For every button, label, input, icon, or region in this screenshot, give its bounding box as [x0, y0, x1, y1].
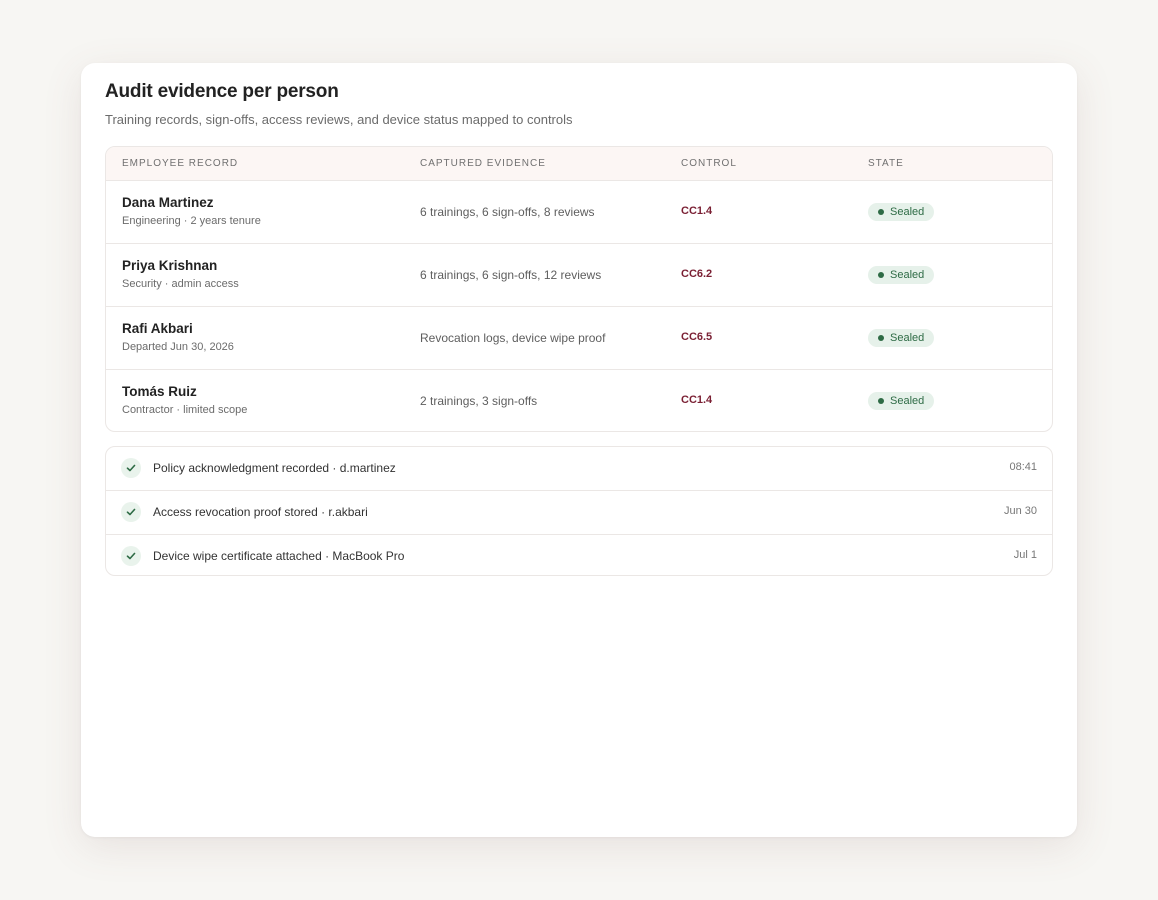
- activity-text: Device wipe certificate attached · MacBo…: [153, 549, 405, 563]
- control-code: CC1.4: [681, 205, 713, 217]
- page-subtitle: Training records, sign-offs, access revi…: [105, 112, 573, 127]
- status-dot-icon: [878, 398, 884, 404]
- activity-item[interactable]: Policy acknowledgment recorded · d.marti…: [106, 447, 1052, 491]
- status-dot-icon: [878, 209, 884, 215]
- captured-evidence: 2 trainings, 3 sign-offs: [420, 394, 538, 408]
- audit-evidence-card: Audit evidence per person Training recor…: [81, 63, 1077, 837]
- employee-meta: Engineering · 2 years tenure: [122, 215, 261, 227]
- column-header-evidence[interactable]: CAPTURED EVIDENCE: [420, 158, 546, 169]
- employee-name: Rafi Akbari: [122, 321, 193, 336]
- check-icon: [121, 502, 141, 522]
- status-badge: Sealed: [868, 392, 935, 410]
- control-code: CC1.4: [681, 394, 713, 406]
- employee-name: Tomás Ruiz: [122, 384, 197, 399]
- status-label: Sealed: [890, 206, 925, 218]
- status-label: Sealed: [890, 395, 925, 407]
- column-header-control[interactable]: CONTROL: [681, 158, 737, 169]
- activity-text: Access revocation proof stored · r.akbar…: [153, 505, 368, 519]
- activity-log: Policy acknowledgment recorded · d.marti…: [105, 446, 1053, 576]
- activity-time: Jun 30: [1003, 505, 1037, 517]
- check-icon: [121, 546, 141, 566]
- status-label: Sealed: [890, 332, 925, 344]
- employee-name: Dana Martinez: [122, 195, 214, 210]
- table-row[interactable]: Priya Krishnan Security · admin access 6…: [106, 244, 1052, 307]
- activity-item[interactable]: Access revocation proof stored · r.akbar…: [106, 491, 1052, 535]
- table-row[interactable]: Dana Martinez Engineering · 2 years tenu…: [106, 181, 1052, 244]
- activity-time: Jul 1: [1013, 549, 1037, 561]
- table-header: EMPLOYEE RECORD CAPTURED EVIDENCE CONTRO…: [106, 147, 1052, 181]
- captured-evidence: Revocation logs, device wipe proof: [420, 331, 606, 345]
- employee-name: Priya Krishnan: [122, 258, 218, 273]
- status-badge: Sealed: [868, 329, 935, 347]
- activity-item[interactable]: Device wipe certificate attached · MacBo…: [106, 535, 1052, 575]
- column-header-employee[interactable]: EMPLOYEE RECORD: [122, 158, 238, 169]
- control-code: CC6.5: [681, 331, 713, 343]
- table-row[interactable]: Rafi Akbari Departed Jun 30, 2026 Revoca…: [106, 307, 1052, 370]
- status-badge: Sealed: [868, 203, 935, 221]
- status-dot-icon: [878, 335, 884, 341]
- control-code: CC6.2: [681, 268, 713, 280]
- employee-meta: Contractor · limited scope: [122, 404, 248, 416]
- employee-meta: Security · admin access: [122, 278, 239, 290]
- status-badge: Sealed: [868, 266, 935, 284]
- check-icon: [121, 458, 141, 478]
- activity-text: Policy acknowledgment recorded · d.marti…: [153, 461, 396, 475]
- evidence-table: EMPLOYEE RECORD CAPTURED EVIDENCE CONTRO…: [105, 146, 1053, 432]
- page-title: Audit evidence per person: [105, 81, 339, 102]
- captured-evidence: 6 trainings, 6 sign-offs, 12 reviews: [420, 268, 602, 282]
- activity-time: 08:41: [1009, 461, 1037, 473]
- column-header-state[interactable]: STATE: [868, 158, 904, 169]
- captured-evidence: 6 trainings, 6 sign-offs, 8 reviews: [420, 205, 595, 219]
- employee-meta: Departed Jun 30, 2026: [122, 341, 234, 353]
- table-row[interactable]: Tomás Ruiz Contractor · limited scope 2 …: [106, 370, 1052, 431]
- status-dot-icon: [878, 272, 884, 278]
- status-label: Sealed: [890, 269, 925, 281]
